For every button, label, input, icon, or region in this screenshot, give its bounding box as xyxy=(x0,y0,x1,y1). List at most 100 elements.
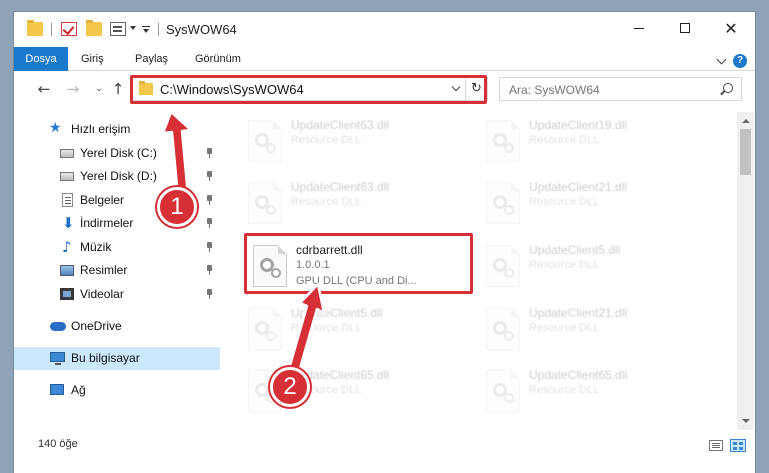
status-bar: 140 öğe xyxy=(14,430,755,460)
document-icon xyxy=(62,193,73,207)
properties-icon[interactable] xyxy=(110,22,126,36)
scroll-up-icon[interactable] xyxy=(737,112,754,129)
toolbar-separator xyxy=(158,23,159,36)
tab-giris[interactable]: Giriş xyxy=(68,47,117,71)
sidebar-item-local-disk-c[interactable]: Yerel Disk (C:) xyxy=(14,142,220,165)
sidebar-item-label: OneDrive xyxy=(71,319,122,333)
sidebar-item-label: Müzik xyxy=(80,240,112,254)
pin-icon[interactable] xyxy=(206,218,214,228)
vertical-scrollbar[interactable] xyxy=(737,112,754,430)
file-name: UpdateClient21.dll xyxy=(529,180,628,194)
pin-icon[interactable] xyxy=(206,242,214,252)
file-description: Resource DLL xyxy=(529,196,600,208)
pin-icon[interactable] xyxy=(206,148,214,158)
sidebar-item-label: Yerel Disk (D:) xyxy=(80,169,157,183)
close-button[interactable]: ✕ xyxy=(708,12,754,44)
navigation-pane: ★ Hızlı erişim Yerel Disk (C:) Yerel Dis… xyxy=(14,112,220,430)
title-bar: SysWOW64 ✕ xyxy=(14,12,755,46)
disk-icon xyxy=(60,172,74,181)
pin-icon[interactable] xyxy=(206,265,214,275)
expand-ribbon-icon[interactable] xyxy=(716,54,727,65)
sidebar-item-videos[interactable]: Videolar xyxy=(14,283,220,306)
pictures-icon xyxy=(60,265,74,276)
file-description: Resource DLL xyxy=(529,134,600,146)
scroll-down-icon[interactable] xyxy=(737,413,754,430)
tab-gorunum[interactable]: Görünüm xyxy=(182,47,254,71)
address-bar-highlight xyxy=(130,75,487,104)
sidebar-item-onedrive[interactable]: OneDrive xyxy=(14,315,220,338)
sidebar-item-this-pc[interactable]: Bu bilgisayar xyxy=(14,347,220,370)
sidebar-item-label: Belgeler xyxy=(80,193,125,207)
dll-file-icon xyxy=(486,370,520,412)
file-item[interactable]: UpdateClient63.dll Resource DLL xyxy=(241,174,461,230)
ribbon-tabs: Dosya Giriş Paylaş Görünüm ? xyxy=(14,47,755,71)
sidebar-item-local-disk-d[interactable]: Yerel Disk (D:) xyxy=(14,165,220,188)
search-input[interactable]: Ara: SysWOW64 xyxy=(499,77,742,101)
file-item[interactable]: UpdateClient21.dll Resource DLL xyxy=(479,174,699,230)
dll-file-icon xyxy=(486,120,520,162)
file-name: UpdateClient63.dll xyxy=(291,118,390,132)
dll-file-icon xyxy=(248,182,282,224)
dll-file-icon xyxy=(486,245,520,287)
new-folder-icon[interactable] xyxy=(86,20,102,36)
maximize-button[interactable] xyxy=(662,12,708,44)
scroll-thumb[interactable] xyxy=(740,129,751,175)
file-item[interactable]: UpdateClient21.dll Resource DLL xyxy=(479,300,699,356)
customize-toolbar-icon[interactable] xyxy=(142,26,150,33)
dll-file-icon xyxy=(248,308,282,350)
network-icon xyxy=(50,384,64,395)
tab-paylas[interactable]: Paylaş xyxy=(122,47,181,71)
file-item[interactable]: UpdateClient5.dll Resource DLL xyxy=(241,300,461,356)
file-highlight xyxy=(244,233,473,294)
tab-dosya[interactable]: Dosya xyxy=(14,47,68,71)
item-count: 140 öğe xyxy=(38,438,78,450)
search-icon[interactable] xyxy=(723,83,733,93)
pin-icon[interactable] xyxy=(206,195,214,205)
window-title: SysWOW64 xyxy=(166,22,237,37)
file-description: Resource DLL xyxy=(291,322,362,334)
file-description: Resource DLL xyxy=(291,196,362,208)
file-name: UpdateClient5.dll xyxy=(291,306,383,320)
help-icon[interactable]: ? xyxy=(733,54,747,68)
file-description: Resource DLL xyxy=(291,134,362,146)
dll-file-icon xyxy=(486,182,520,224)
step-2-badge: 2 xyxy=(270,367,310,407)
minimize-button[interactable] xyxy=(616,12,662,44)
large-icons-view-icon[interactable] xyxy=(730,439,746,452)
forward-button[interactable]: → xyxy=(64,80,82,98)
file-description: Resource DLL xyxy=(529,322,600,334)
file-name: UpdateClient63.dll xyxy=(291,180,390,194)
file-name: UpdateClient5.dll xyxy=(529,243,621,257)
file-item[interactable]: UpdateClient19.dll Resource DLL xyxy=(479,112,699,168)
music-icon: ♪ xyxy=(62,238,72,256)
sidebar-item-music[interactable]: ♪ Müzik xyxy=(14,236,220,259)
file-item[interactable]: UpdateClient65.dll Resource DLL xyxy=(479,362,699,418)
pin-icon[interactable] xyxy=(206,289,214,299)
recent-locations-button[interactable]: ⌄ xyxy=(90,80,108,98)
sidebar-item-pictures[interactable]: Resimler xyxy=(14,259,220,282)
sidebar-item-quick-access[interactable]: ★ Hızlı erişim xyxy=(14,118,220,141)
file-description: Resource DLL xyxy=(529,259,600,271)
file-item[interactable]: UpdateClient5.dll Resource DLL xyxy=(479,237,699,293)
sidebar-item-network[interactable]: Ağ xyxy=(14,379,220,402)
up-button[interactable]: ↑ xyxy=(109,80,127,98)
computer-icon xyxy=(50,352,65,365)
chevron-down-icon[interactable] xyxy=(130,26,136,30)
file-name: UpdateClient19.dll xyxy=(529,118,628,132)
file-name: UpdateClient65.dll xyxy=(529,368,628,382)
dll-file-icon xyxy=(486,308,520,350)
back-button[interactable]: ← xyxy=(35,80,53,98)
download-icon: ⬇ xyxy=(62,214,75,232)
sidebar-item-label: Ağ xyxy=(71,383,86,397)
file-item[interactable]: UpdateClient63.dll Resource DLL xyxy=(241,112,461,168)
sidebar-item-label: Resimler xyxy=(80,263,128,277)
file-name: UpdateClient21.dll xyxy=(529,306,628,320)
dll-file-icon xyxy=(248,120,282,162)
disk-icon xyxy=(60,149,74,158)
folder-icon[interactable] xyxy=(27,20,43,36)
search-placeholder: Ara: SysWOW64 xyxy=(509,83,600,97)
video-icon xyxy=(60,288,74,300)
properties-check-icon[interactable] xyxy=(61,22,77,36)
details-view-icon[interactable] xyxy=(709,440,723,451)
pin-icon[interactable] xyxy=(206,171,214,181)
